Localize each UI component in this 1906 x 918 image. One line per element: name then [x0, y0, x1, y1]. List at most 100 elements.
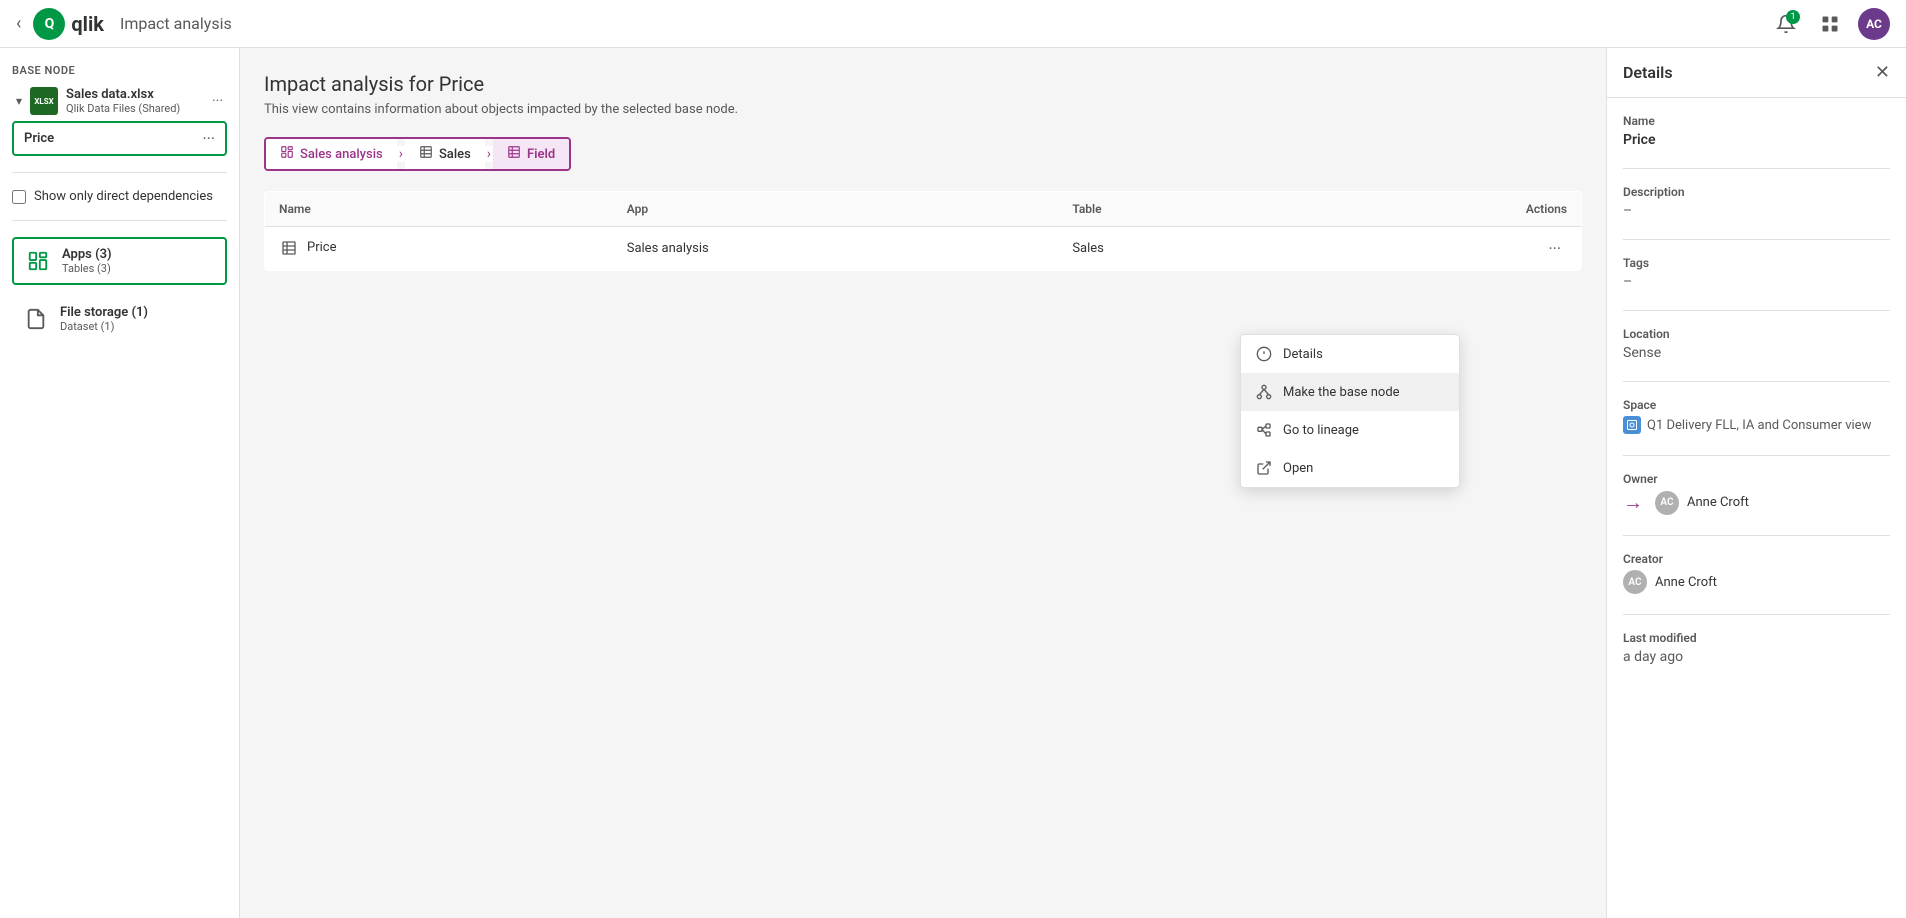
menu-item-make-base-node[interactable]: Make the base node: [1241, 373, 1459, 411]
detail-location-section: Location Sense: [1623, 327, 1890, 361]
row-table-cell: Sales: [1058, 227, 1299, 271]
table-row: Price Sales analysis Sales ···: [265, 227, 1582, 271]
menu-label-go-lineage: Go to lineage: [1283, 423, 1359, 438]
open-icon: [1255, 459, 1273, 477]
breadcrumb-sep-2: ›: [485, 146, 493, 162]
breadcrumb-item-field[interactable]: Field: [493, 139, 569, 169]
breadcrumb: Sales analysis › Sales ›: [264, 137, 571, 171]
detail-owner-label: Owner: [1623, 472, 1890, 486]
row-icon-wrapper: Price: [279, 238, 336, 258]
detail-tags-value: –: [1623, 274, 1890, 290]
row-more-button[interactable]: ···: [1542, 237, 1567, 260]
detail-divider-4: [1623, 381, 1890, 382]
detail-location-label: Location: [1623, 327, 1890, 341]
detail-divider-3: [1623, 310, 1890, 311]
apps-dep-icon: [24, 247, 52, 275]
detail-divider-1: [1623, 168, 1890, 169]
detail-creator-row: AC Anne Croft: [1623, 570, 1890, 594]
apps-dep-info: Apps (3) Tables (3): [62, 247, 215, 275]
context-menu: Details Make the base node: [1240, 334, 1460, 488]
main-layout: Base node ▾ XLSX Sales data.xlsx Qlik Da…: [0, 48, 1906, 918]
row-actions-cell: ···: [1300, 227, 1582, 271]
table-header-row: Name App Table Actions: [265, 192, 1582, 227]
detail-creator-section: Creator AC Anne Croft: [1623, 552, 1890, 594]
breadcrumb-label-sales-analysis: Sales analysis: [300, 147, 383, 162]
row-name-cell: Price: [265, 227, 613, 271]
apps-grid-button[interactable]: [1814, 8, 1846, 40]
file-storage-dep-item[interactable]: File storage (1) Dataset (1): [12, 297, 227, 341]
row-grid-icon: [279, 238, 299, 258]
detail-description-label: Description: [1623, 185, 1890, 199]
menu-item-open[interactable]: Open: [1241, 449, 1459, 487]
lineage-icon: [1255, 421, 1273, 439]
space-icon: [1623, 416, 1641, 434]
close-panel-button[interactable]: ✕: [1875, 62, 1890, 83]
qlik-logo-q: Q: [45, 16, 55, 32]
detail-name-value: Price: [1623, 132, 1890, 148]
xlsx-icon: XLSX: [30, 87, 58, 115]
detail-divider-7: [1623, 614, 1890, 615]
file-storage-dep-title: File storage (1): [60, 305, 217, 320]
right-panel-header: Details ✕: [1607, 48, 1906, 98]
price-more-button[interactable]: ···: [202, 129, 215, 148]
file-more-button[interactable]: ···: [212, 93, 223, 109]
detail-creator-label: Creator: [1623, 552, 1890, 566]
creator-avatar: AC: [1623, 570, 1647, 594]
detail-space-label: Space: [1623, 398, 1890, 412]
detail-space-section: Space Q1 Delivery FLL, IA and Consumer v…: [1623, 398, 1890, 435]
qlik-logo-circle: Q: [33, 8, 65, 40]
menu-label-make-base-node: Make the base node: [1283, 385, 1400, 400]
detail-owner-row: → AC Anne Croft: [1623, 490, 1890, 515]
detail-owner-value: Anne Croft: [1687, 495, 1749, 510]
detail-owner-section: Owner → AC Anne Croft: [1623, 472, 1890, 515]
col-app: App: [613, 192, 1059, 227]
chart-icon: [27, 250, 49, 272]
price-tag[interactable]: Price ···: [12, 121, 227, 156]
topbar: ‹ Q qlik Impact analysis 1 AC: [0, 0, 1906, 48]
file-node-row: ▾ XLSX Sales data.xlsx Qlik Data Files (…: [12, 83, 227, 119]
menu-item-go-lineage[interactable]: Go to lineage: [1241, 411, 1459, 449]
content-area: Impact analysis for Price This view cont…: [240, 48, 1606, 918]
detail-name-label: Name: [1623, 114, 1890, 128]
direct-deps-checkbox[interactable]: [12, 190, 26, 204]
detail-divider-2: [1623, 239, 1890, 240]
base-node-label: Base node: [12, 64, 227, 77]
details-panel-title: Details: [1623, 63, 1673, 82]
menu-item-details[interactable]: Details: [1241, 335, 1459, 373]
right-panel: Details ✕ Name Price Description – Tags …: [1606, 48, 1906, 918]
topbar-right: 1 AC: [1770, 8, 1890, 40]
table-breadcrumb-icon: [419, 145, 433, 163]
notification-button[interactable]: 1: [1770, 8, 1802, 40]
apps-dep-item[interactable]: Apps (3) Tables (3): [12, 237, 227, 285]
detail-divider-6: [1623, 535, 1890, 536]
chart-breadcrumb-icon: [280, 145, 294, 163]
file-node-name: Sales data.xlsx: [66, 87, 204, 102]
detail-description-section: Description –: [1623, 185, 1890, 219]
grid-icon: [1820, 14, 1840, 34]
logo: Q qlik: [33, 8, 104, 40]
page-title: Impact analysis: [120, 14, 232, 33]
detail-tags-section: Tags –: [1623, 256, 1890, 290]
detail-lastmod-section: Last modified a day ago: [1623, 631, 1890, 665]
detail-space-value: Q1 Delivery FLL, IA and Consumer view: [1647, 418, 1871, 433]
breadcrumb-sep-1: ›: [397, 146, 405, 162]
apps-dep-sub: Tables (3): [62, 262, 215, 275]
direct-deps-label: Show only direct dependencies: [34, 189, 213, 204]
detail-creator-value: Anne Croft: [1655, 575, 1717, 590]
detail-space-value-wrapper: Q1 Delivery FLL, IA and Consumer view: [1623, 416, 1871, 434]
detail-tags-label: Tags: [1623, 256, 1890, 270]
col-actions: Actions: [1300, 192, 1582, 227]
notification-badge: 1: [1786, 10, 1800, 24]
user-avatar[interactable]: AC: [1858, 8, 1890, 40]
price-tag-label: Price: [24, 131, 54, 146]
file-storage-dep-info: File storage (1) Dataset (1): [60, 305, 217, 333]
row-name-value: Price: [307, 240, 336, 255]
back-button[interactable]: ‹: [16, 13, 21, 34]
page-subtitle: This view contains information about obj…: [264, 102, 1582, 117]
left-sidebar: Base node ▾ XLSX Sales data.xlsx Qlik Da…: [0, 48, 240, 918]
file-storage-dep-icon: [22, 305, 50, 333]
row-app-cell: Sales analysis: [613, 227, 1059, 271]
breadcrumb-item-sales[interactable]: Sales: [405, 139, 485, 169]
breadcrumb-item-sales-analysis[interactable]: Sales analysis: [266, 139, 397, 169]
detail-lastmod-value: a day ago: [1623, 649, 1890, 665]
